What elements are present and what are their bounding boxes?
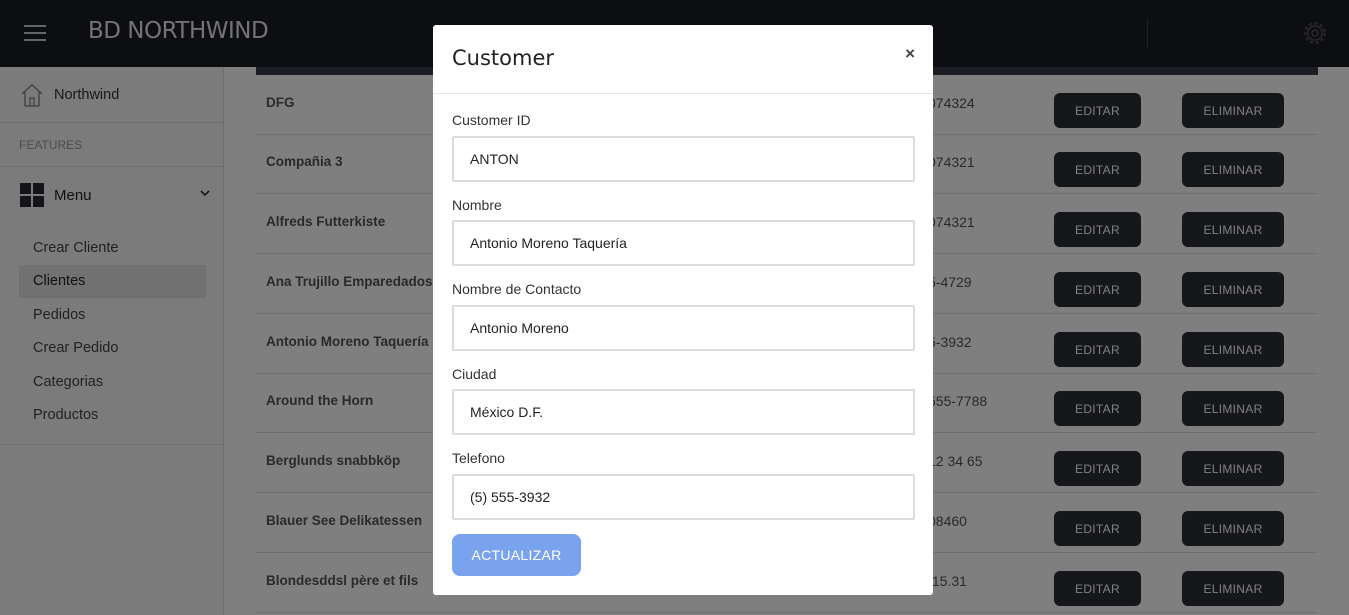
- ciudad-input[interactable]: [452, 389, 915, 435]
- telefono-label: Telefono: [452, 450, 505, 466]
- ciudad-label: Ciudad: [452, 366, 497, 382]
- contact-name-input[interactable]: [452, 305, 915, 351]
- telefono-input[interactable]: [452, 474, 915, 520]
- customer-id-label: Customer ID: [452, 112, 531, 128]
- nombre-input[interactable]: [452, 220, 915, 266]
- actualizar-button[interactable]: ACTUALIZAR: [452, 534, 581, 576]
- contact-name-label: Nombre de Contacto: [452, 281, 582, 297]
- nombre-label: Nombre: [452, 197, 502, 213]
- close-icon[interactable]: ×: [905, 44, 915, 64]
- modal-title: Customer: [452, 46, 555, 70]
- customer-modal: Customer × Customer ID Nombre Nombre de …: [433, 25, 933, 595]
- customer-id-input[interactable]: [452, 136, 915, 182]
- modal-header: Customer ×: [433, 25, 933, 94]
